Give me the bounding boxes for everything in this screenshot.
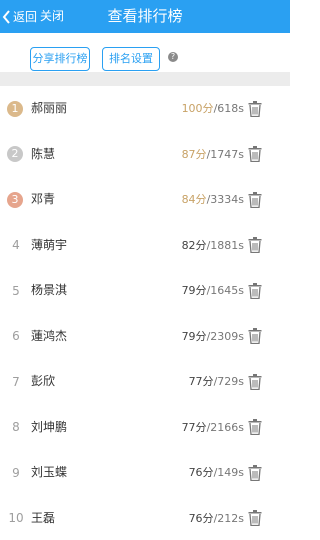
section-divider xyxy=(0,72,290,86)
ranking-row: 7 彭欣 77分/729s xyxy=(0,359,290,405)
share-ranking-button[interactable]: 分享排行榜 xyxy=(30,47,90,71)
time-value: /149s xyxy=(213,466,244,479)
ranking-row: 5 杨景淇 79分/1645s xyxy=(0,268,290,314)
time-value: /1747s xyxy=(206,147,244,161)
rank-medal-badge: 3 xyxy=(7,191,23,208)
student-name: 王磊 xyxy=(31,510,56,525)
ranking-row: 4 薄萌宇 82分/1881s xyxy=(0,223,290,269)
ranking-row: 8 刘坤鹏 77分/2166s xyxy=(0,405,290,451)
ranking-row: 10 王磊 76分/212s xyxy=(0,496,290,540)
rank-number: 7 xyxy=(12,374,20,389)
student-name: 刘坤鹏 xyxy=(31,419,68,434)
ranking-row: 1 郝丽丽 100分/618s xyxy=(0,86,290,132)
score-value: 77分 xyxy=(181,420,207,434)
time-value: /3334s xyxy=(206,193,244,206)
time-value: /1881s xyxy=(206,238,244,252)
student-name: 彭欣 xyxy=(31,374,56,388)
score-time: 77分/2166s xyxy=(182,405,244,451)
score-value: 79分 xyxy=(181,284,207,297)
trash-icon[interactable] xyxy=(248,419,262,436)
score-value: 100分 xyxy=(181,102,214,115)
top-bar: 返回 关闭 查看排行榜 xyxy=(0,0,290,33)
trash-icon[interactable] xyxy=(248,191,262,208)
trash-icon[interactable] xyxy=(248,146,262,163)
score-time: 82分/1881s xyxy=(182,223,244,269)
student-name: 薄萌宇 xyxy=(31,237,68,252)
trash-icon[interactable] xyxy=(248,510,262,527)
time-value: /2166s xyxy=(206,420,244,434)
score-value: 82分 xyxy=(181,238,207,252)
trash-icon[interactable] xyxy=(248,464,262,481)
ranking-row: 3 邓青 84分/3334s xyxy=(0,177,290,223)
time-value: /212s xyxy=(213,511,244,525)
score-value: 87分 xyxy=(181,147,207,161)
student-name: 邓青 xyxy=(31,192,56,206)
time-value: /618s xyxy=(213,102,244,115)
score-time: 100分/618s xyxy=(182,86,244,132)
score-time: 84分/3334s xyxy=(182,177,244,223)
score-value: 77分 xyxy=(188,375,214,388)
student-name: 刘玉蝶 xyxy=(31,465,68,479)
ranking-row: 9 刘玉蝶 76分/149s xyxy=(0,450,290,496)
rank-number: 4 xyxy=(12,238,20,253)
rank-number: 5 xyxy=(12,283,20,298)
ranking-settings-button[interactable]: 排名设置 xyxy=(102,47,160,71)
rank-medal-badge: 2 xyxy=(7,146,23,163)
help-icon[interactable]: ? xyxy=(168,52,178,62)
page-title: 查看排行榜 xyxy=(107,7,183,25)
trash-icon[interactable] xyxy=(248,328,262,345)
score-time: 76分/149s xyxy=(189,450,244,496)
score-time: 79分/1645s xyxy=(182,268,244,314)
trash-icon[interactable] xyxy=(248,373,262,390)
student-name: 蓮鸿杰 xyxy=(31,328,68,343)
time-value: /729s xyxy=(213,375,244,388)
score-value: 79分 xyxy=(181,329,207,343)
score-value: 76分 xyxy=(188,466,214,479)
trash-icon[interactable] xyxy=(248,237,262,254)
student-name: 杨景淇 xyxy=(31,283,68,297)
rank-medal-badge: 1 xyxy=(7,100,23,117)
rank-number: 10 xyxy=(8,511,24,526)
rank-number: 9 xyxy=(12,465,20,480)
rank-number: 8 xyxy=(12,420,20,435)
score-value: 84分 xyxy=(181,193,207,206)
ranking-row: 2 陈慧 87分/1747s xyxy=(0,132,290,178)
time-value: /1645s xyxy=(206,284,244,297)
ranking-list: 1 郝丽丽 100分/618s 2 陈慧 87分/1747s 3 邓青 84分/3334s 4 薄萌… xyxy=(0,86,290,540)
time-value: /2309s xyxy=(206,329,244,343)
toolbar: 分享排行榜 排名设置 xyxy=(0,33,290,72)
student-name: 陈慧 xyxy=(31,146,56,161)
ranking-row: 6 蓮鸿杰 79分/2309s xyxy=(0,314,290,360)
score-time: 79分/2309s xyxy=(182,314,244,360)
score-time: 77分/729s xyxy=(189,359,244,405)
student-name: 郝丽丽 xyxy=(31,101,68,115)
trash-icon[interactable] xyxy=(248,282,262,299)
score-value: 76分 xyxy=(188,511,214,525)
score-time: 87分/1747s xyxy=(182,132,244,178)
rank-number: 6 xyxy=(12,329,20,344)
score-time: 76分/212s xyxy=(189,496,244,540)
trash-icon[interactable] xyxy=(248,100,262,117)
